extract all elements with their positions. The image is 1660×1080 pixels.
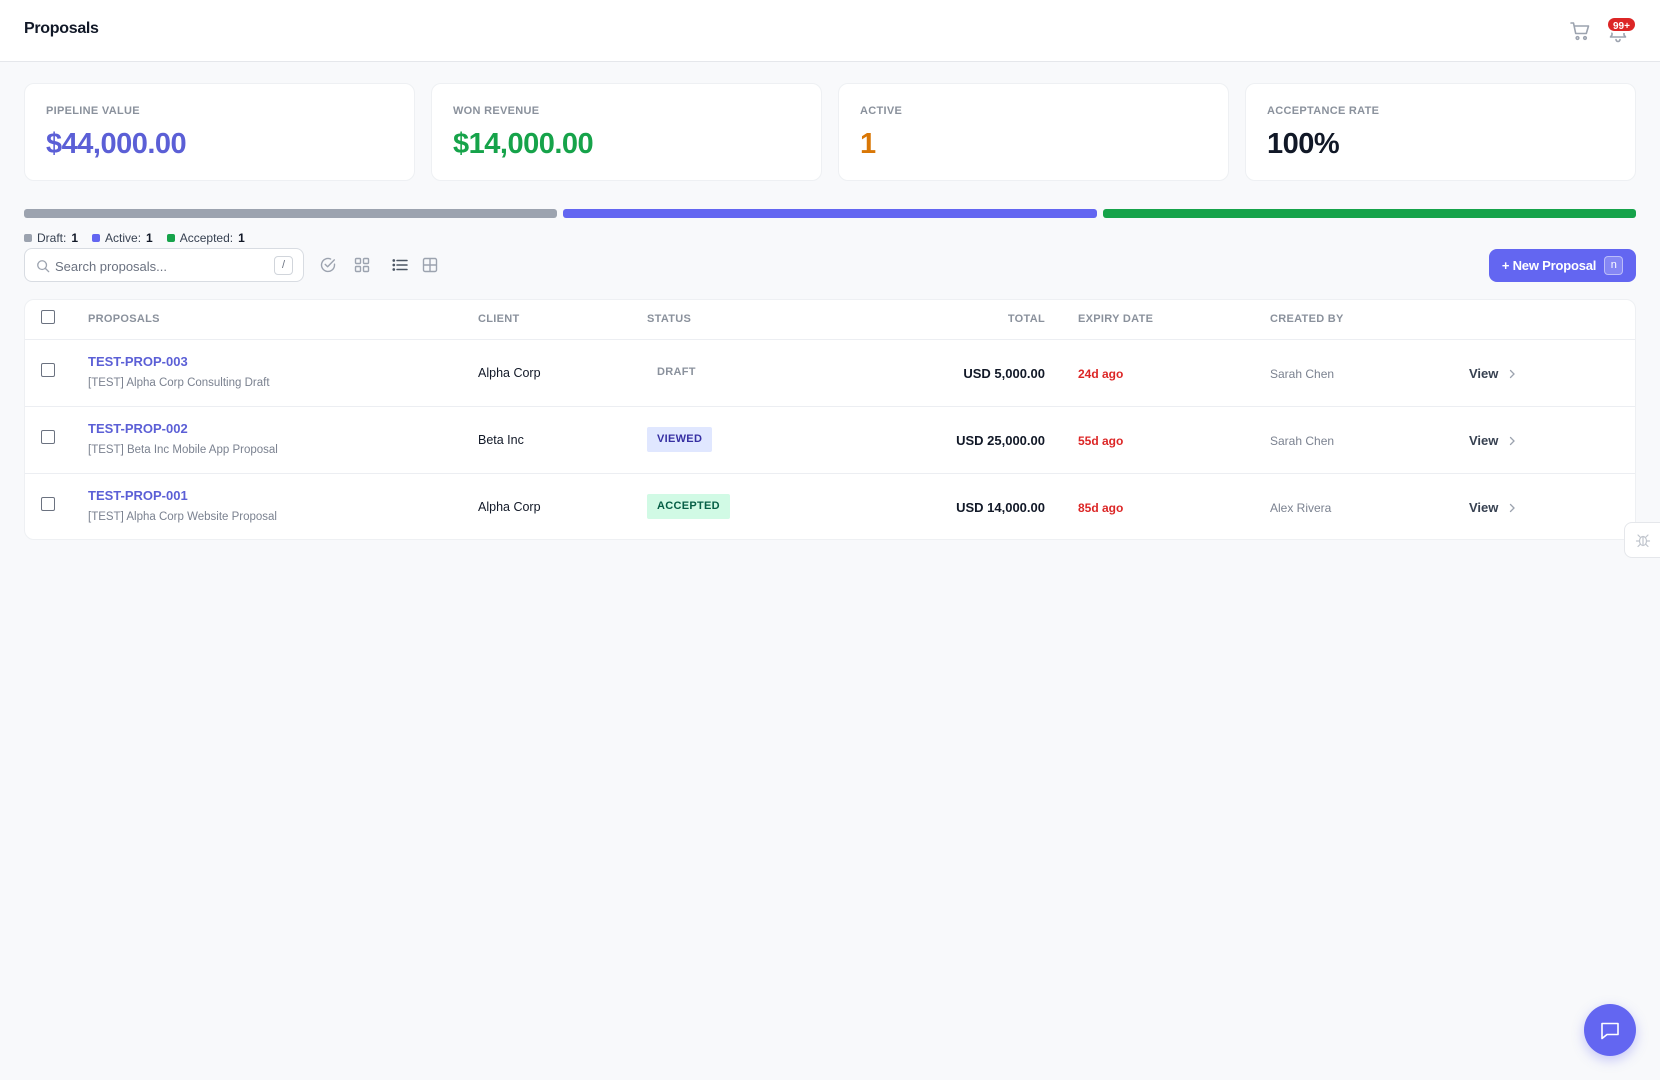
status-legend: Draft: 1 Active: 1 Accepted: 1 xyxy=(24,231,245,245)
progress-segment-accepted xyxy=(1102,209,1636,218)
stat-value: 100% xyxy=(1267,128,1340,160)
notification-badge[interactable]: 99+ xyxy=(1606,16,1637,33)
proposal-total: USD 14,000.00 xyxy=(956,500,1045,515)
row-checkbox[interactable] xyxy=(41,363,55,377)
search-icon xyxy=(37,260,50,273)
progress-segment-draft xyxy=(24,209,558,218)
created-by: Sarah Chen xyxy=(1270,367,1335,381)
created-by: Sarah Chen xyxy=(1270,434,1335,448)
debug-tab[interactable] xyxy=(1624,522,1660,558)
view-button[interactable]: View xyxy=(1469,500,1516,515)
bug-icon xyxy=(1635,534,1651,548)
legend-swatch xyxy=(92,234,101,242)
legend-swatch xyxy=(24,234,32,242)
view-button[interactable]: View xyxy=(1469,433,1516,448)
proposal-id-link[interactable]: TEST-PROP-003 xyxy=(88,354,188,369)
legend-count: 1 xyxy=(71,231,79,245)
status-badge: VIEWED xyxy=(647,427,713,452)
grid-view-icon[interactable] xyxy=(353,256,371,274)
client-name: Beta Inc xyxy=(478,433,524,447)
view-label: View xyxy=(1469,366,1499,381)
client-name: Alpha Corp xyxy=(478,366,541,380)
stat-label: ACCEPTANCE RATE xyxy=(1267,105,1380,117)
column-header-client[interactable]: CLIENT xyxy=(478,313,520,325)
search-input[interactable] xyxy=(55,256,255,276)
list-view-icon[interactable] xyxy=(391,256,409,274)
chat-button[interactable] xyxy=(1584,1004,1636,1056)
legend-item-active: Active: 1 xyxy=(92,231,153,245)
proposal-total: USD 5,000.00 xyxy=(963,366,1045,381)
stats-row: PIPELINE VALUE $44,000.00 WON REVENUE $1… xyxy=(24,83,1636,181)
column-header-total[interactable]: TOTAL xyxy=(1008,313,1045,325)
status-badge: DRAFT xyxy=(647,360,706,385)
top-bar: Proposals 99+ xyxy=(0,0,1660,62)
column-header-created-by[interactable]: CREATED BY xyxy=(1270,313,1344,325)
chevron-right-icon xyxy=(1510,503,1516,512)
table-header: PROPOSALS CLIENT STATUS TOTAL EXPIRY DAT… xyxy=(25,300,1635,340)
row-checkbox[interactable] xyxy=(41,430,55,444)
expiry-date: 85d ago xyxy=(1078,501,1124,515)
status-progress-bar xyxy=(24,209,1636,218)
new-proposal-shortcut-key: n xyxy=(1604,256,1624,275)
proposal-id-link[interactable]: TEST-PROP-001 xyxy=(88,488,188,503)
expiry-date: 55d ago xyxy=(1078,434,1124,448)
legend-count: 1 xyxy=(238,231,245,245)
column-header-status[interactable]: STATUS xyxy=(647,313,691,325)
search-shortcut-key: / xyxy=(274,256,293,275)
legend-label: Draft: xyxy=(37,231,67,245)
proposals-table: PROPOSALS CLIENT STATUS TOTAL EXPIRY DAT… xyxy=(24,299,1636,540)
stat-label: WON REVENUE xyxy=(453,105,540,117)
progress-segment-active xyxy=(563,209,1097,218)
stat-card-active: ACTIVE 1 xyxy=(838,83,1229,181)
new-proposal-button[interactable]: + New Proposal n xyxy=(1489,249,1636,282)
page-title: Proposals xyxy=(24,20,99,37)
proposal-name: [TEST] Alpha Corp Website Proposal xyxy=(88,511,277,523)
stat-value: $14,000.00 xyxy=(453,128,594,160)
legend-label: Accepted: xyxy=(179,231,234,245)
table-row[interactable]: TEST-PROP-001 [TEST] Alpha Corp Website … xyxy=(25,474,1635,539)
chevron-right-icon xyxy=(1510,369,1516,378)
new-proposal-label: + New Proposal xyxy=(1501,258,1597,273)
search-box[interactable]: / xyxy=(24,248,304,282)
stat-value: $44,000.00 xyxy=(46,128,187,160)
column-header-expiry-date[interactable]: EXPIRY DATE xyxy=(1078,313,1153,325)
stat-card-acceptance-rate: ACCEPTANCE RATE 100% xyxy=(1245,83,1636,181)
expiry-date: 24d ago xyxy=(1078,367,1124,381)
view-button[interactable]: View xyxy=(1469,366,1516,381)
table-row[interactable]: TEST-PROP-003 [TEST] Alpha Corp Consulti… xyxy=(25,340,1635,407)
select-mode-icon[interactable] xyxy=(319,256,337,274)
row-checkbox[interactable] xyxy=(41,497,55,511)
stat-label: ACTIVE xyxy=(860,105,903,117)
stat-label: PIPELINE VALUE xyxy=(46,105,140,117)
status-badge: ACCEPTED xyxy=(647,494,730,519)
cart-icon[interactable] xyxy=(1568,19,1592,43)
legend-count: 1 xyxy=(146,231,153,245)
legend-item-accepted: Accepted: 1 xyxy=(166,231,245,245)
view-label: View xyxy=(1469,433,1499,448)
legend-label: Active: xyxy=(105,231,142,245)
view-label: View xyxy=(1469,500,1499,515)
stat-card-won-revenue: WON REVENUE $14,000.00 xyxy=(431,83,822,181)
stat-card-pipeline: PIPELINE VALUE $44,000.00 xyxy=(24,83,415,181)
proposal-name: [TEST] Alpha Corp Consulting Draft xyxy=(88,377,270,389)
client-name: Alpha Corp xyxy=(478,500,541,514)
select-all-checkbox[interactable] xyxy=(41,310,55,324)
stat-value: 1 xyxy=(860,128,876,160)
legend-item-draft: Draft: 1 xyxy=(24,231,78,245)
proposal-total: USD 25,000.00 xyxy=(956,433,1045,448)
chat-icon xyxy=(1601,1022,1619,1040)
chevron-right-icon xyxy=(1510,436,1516,445)
table-row[interactable]: TEST-PROP-002 [TEST] Beta Inc Mobile App… xyxy=(25,407,1635,474)
board-view-icon[interactable] xyxy=(421,256,439,274)
column-header-proposals[interactable]: PROPOSALS xyxy=(88,313,160,325)
proposal-id-link[interactable]: TEST-PROP-002 xyxy=(88,421,188,436)
proposal-name: [TEST] Beta Inc Mobile App Proposal xyxy=(88,444,278,456)
legend-swatch xyxy=(166,234,175,242)
created-by: Alex Rivera xyxy=(1270,501,1332,515)
